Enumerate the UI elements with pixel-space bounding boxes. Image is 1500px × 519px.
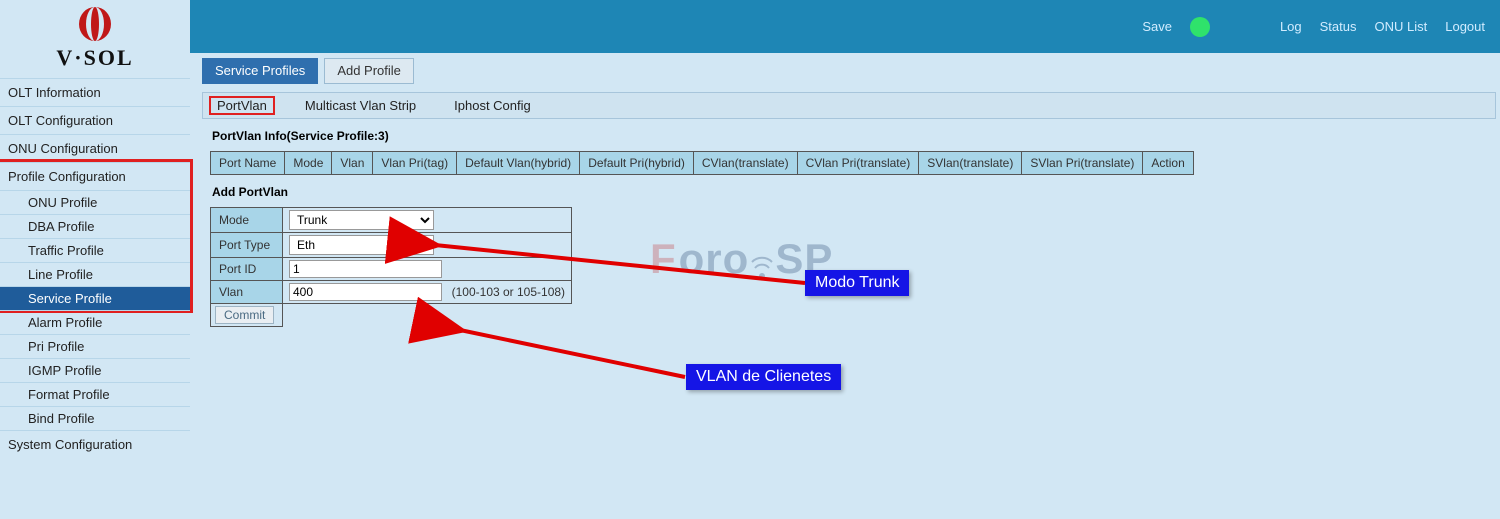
sidebar-item-onu-profile[interactable]: ONU Profile [0, 190, 190, 214]
add-portvlan-form: Mode Trunk Port Type Eth Port ID Vlan [210, 207, 572, 327]
logo-icon [74, 6, 116, 42]
sidebar-item-system-configuration[interactable]: System Configuration [0, 430, 190, 458]
sidebar-item-bind-profile[interactable]: Bind Profile [0, 406, 190, 430]
status-indicator-icon [1190, 17, 1210, 37]
th-mode: Mode [285, 152, 332, 175]
th-default-pri-hybrid: Default Pri(hybrid) [580, 152, 694, 175]
th-cvlan-translate: CVlan(translate) [693, 152, 797, 175]
input-port-id[interactable] [289, 260, 442, 278]
sidebar: OLT Information OLT Configuration ONU Co… [0, 78, 190, 458]
sidebar-item-dba-profile[interactable]: DBA Profile [0, 214, 190, 238]
sidebar-item-traffic-profile[interactable]: Traffic Profile [0, 238, 190, 262]
sidebar-item-service-profile[interactable]: Service Profile [0, 286, 190, 310]
th-action: Action [1143, 152, 1193, 175]
tab-portvlan[interactable]: PortVlan [209, 96, 275, 115]
tabs-primary: Service Profiles Add Profile [202, 58, 1496, 84]
sidebar-item-profile-configuration[interactable]: Profile Configuration [0, 162, 190, 190]
sidebar-item-onu-configuration[interactable]: ONU Configuration [0, 134, 190, 162]
th-svlan-pri-translate: SVlan Pri(translate) [1022, 152, 1143, 175]
annotation-highlight-profile-group: Profile Configuration ONU Profile DBA Pr… [0, 159, 193, 313]
logo: V·SOL [0, 0, 190, 75]
sidebar-item-line-profile[interactable]: Line Profile [0, 262, 190, 286]
input-vlan[interactable] [289, 283, 442, 301]
portvlan-info-title: PortVlan Info(Service Profile:3) [212, 129, 1496, 143]
tabs-secondary: PortVlan Multicast Vlan Strip Iphost Con… [202, 92, 1496, 119]
link-onu-list[interactable]: ONU List [1375, 19, 1428, 34]
annotation-vlan-clientes: VLAN de Clienetes [686, 364, 841, 390]
tab-iphost-config[interactable]: Iphost Config [446, 96, 539, 115]
link-logout[interactable]: Logout [1445, 19, 1485, 34]
sidebar-item-pri-profile[interactable]: Pri Profile [0, 334, 190, 358]
label-port-id: Port ID [211, 258, 283, 281]
header-links: Log Status ONU List Logout [1280, 0, 1485, 53]
top-bar: Save Log Status ONU List Logout [190, 0, 1500, 53]
save-button[interactable]: Save [1142, 19, 1172, 34]
select-mode[interactable]: Trunk [289, 210, 434, 230]
logo-text: V·SOL [0, 45, 190, 71]
label-vlan: Vlan [211, 281, 283, 304]
link-log[interactable]: Log [1280, 19, 1302, 34]
th-svlan-translate: SVlan(translate) [919, 152, 1022, 175]
sidebar-item-olt-information[interactable]: OLT Information [0, 78, 190, 106]
sidebar-item-alarm-profile[interactable]: Alarm Profile [0, 310, 190, 334]
save-area: Save [1142, 0, 1210, 53]
select-port-type[interactable]: Eth [289, 235, 434, 255]
add-portvlan-title: Add PortVlan [212, 185, 1496, 199]
sidebar-item-igmp-profile[interactable]: IGMP Profile [0, 358, 190, 382]
tab-multicast-strip[interactable]: Multicast Vlan Strip [297, 96, 424, 115]
label-mode: Mode [211, 208, 283, 233]
vlan-hint: (100-103 or 105-108) [452, 285, 565, 299]
sidebar-item-olt-configuration[interactable]: OLT Configuration [0, 106, 190, 134]
th-cvlan-pri-translate: CVlan Pri(translate) [797, 152, 919, 175]
sidebar-item-format-profile[interactable]: Format Profile [0, 382, 190, 406]
th-port-name: Port Name [211, 152, 285, 175]
link-status[interactable]: Status [1320, 19, 1357, 34]
tab-add-profile[interactable]: Add Profile [324, 58, 414, 84]
th-vlan: Vlan [332, 152, 373, 175]
tab-service-profiles[interactable]: Service Profiles [202, 58, 318, 84]
th-vlan-pri-tag: Vlan Pri(tag) [373, 152, 457, 175]
portvlan-info-table: Port Name Mode Vlan Vlan Pri(tag) Defaul… [210, 151, 1194, 175]
label-port-type: Port Type [211, 233, 283, 258]
th-default-vlan-hybrid: Default Vlan(hybrid) [457, 152, 580, 175]
commit-button[interactable]: Commit [215, 306, 274, 324]
annotation-modo-trunk: Modo Trunk [805, 270, 909, 296]
